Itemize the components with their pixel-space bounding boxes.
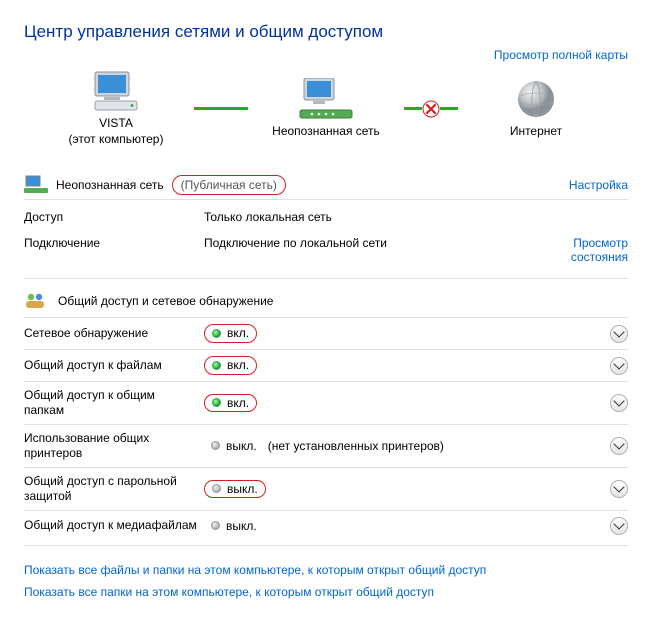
status-pill: выкл. bbox=[204, 480, 266, 499]
status-pill: выкл. bbox=[204, 438, 264, 455]
view-full-map-link[interactable]: Просмотр полной карты bbox=[494, 48, 628, 62]
settings-row: Общий доступ к файлам вкл. bbox=[24, 349, 628, 381]
setting-value: вкл. bbox=[204, 356, 610, 375]
network-small-icon bbox=[24, 175, 48, 195]
expand-button[interactable] bbox=[610, 517, 628, 535]
chevron-down-icon bbox=[613, 519, 624, 530]
node-computer: VISTA (этот компьютер) bbox=[46, 70, 186, 147]
computer-icon bbox=[46, 70, 186, 112]
settings-row: Общий доступ с парольной защитой выкл. bbox=[24, 467, 628, 510]
show-shared-folders-link[interactable]: Показать все папки на этом компьютере, к… bbox=[24, 582, 628, 604]
access-label: Доступ bbox=[24, 204, 204, 230]
chevron-down-icon bbox=[613, 482, 624, 493]
node-computer-caption: (этот компьютер) bbox=[46, 132, 186, 148]
status-text: выкл. bbox=[227, 481, 258, 498]
show-shared-files-folders-link[interactable]: Показать все файлы и папки на этом компь… bbox=[24, 560, 628, 582]
connection-value: Подключение по локальной сети bbox=[204, 230, 538, 270]
setting-label: Сетевое обнаружение bbox=[24, 326, 204, 341]
status-pill: вкл. bbox=[204, 394, 257, 413]
status-dot-on-icon bbox=[212, 398, 221, 407]
page-container: Центр управления сетями и общим доступом… bbox=[0, 0, 652, 618]
status-text: выкл. bbox=[226, 518, 257, 535]
network-type-badge: (Публичная сеть) bbox=[172, 175, 286, 195]
status-pill: выкл. bbox=[204, 518, 264, 535]
settings-row: Сетевое обнаружение вкл. bbox=[24, 317, 628, 349]
chevron-down-icon bbox=[613, 358, 624, 369]
network-name: Неопознанная сеть bbox=[56, 178, 164, 192]
node-network-name: Неопознанная сеть bbox=[256, 124, 396, 140]
bottom-links: Показать все файлы и папки на этом компь… bbox=[24, 560, 628, 603]
network-info-table: Доступ Только локальная сеть Подключение… bbox=[24, 204, 628, 270]
sharing-section-header: Общий доступ и сетевое обнаружение bbox=[24, 289, 628, 317]
chevron-down-icon bbox=[613, 396, 624, 407]
setting-label: Общий доступ к общим папкам bbox=[24, 388, 204, 418]
setting-value: вкл. bbox=[204, 324, 610, 343]
status-pill: вкл. bbox=[204, 324, 257, 343]
setting-value: выкл. (нет установленных принтеров) bbox=[204, 438, 610, 455]
sharing-icon bbox=[24, 291, 48, 311]
globe-icon bbox=[466, 78, 606, 120]
expand-button[interactable] bbox=[610, 394, 628, 412]
network-map: VISTA (этот компьютер) Неопознанн bbox=[24, 70, 628, 147]
status-dot-off-icon bbox=[212, 484, 221, 493]
setting-label: Общий доступ к файлам bbox=[24, 358, 204, 373]
setting-value: выкл. bbox=[204, 518, 610, 535]
node-internet-name: Интернет bbox=[466, 124, 606, 140]
node-computer-name: VISTA bbox=[46, 116, 186, 132]
node-internet: Интернет bbox=[466, 78, 606, 140]
chevron-down-icon bbox=[613, 439, 624, 450]
status-extra: (нет установленных принтеров) bbox=[268, 439, 444, 453]
view-status-link[interactable]: Просмотр состояния bbox=[571, 236, 628, 264]
expand-button[interactable] bbox=[610, 357, 628, 375]
status-pill: вкл. bbox=[204, 356, 257, 375]
status-text: выкл. bbox=[226, 438, 257, 455]
settings-row: Общий доступ к общим папкам вкл. bbox=[24, 381, 628, 424]
setting-label: Использование общих принтеров bbox=[24, 431, 204, 461]
status-dot-off-icon bbox=[211, 441, 220, 450]
expand-button[interactable] bbox=[610, 325, 628, 343]
status-dot-on-icon bbox=[212, 329, 221, 338]
status-text: вкл. bbox=[227, 395, 249, 412]
setting-value: выкл. bbox=[204, 480, 610, 499]
status-dot-off-icon bbox=[211, 521, 220, 530]
setting-value: вкл. bbox=[204, 394, 610, 413]
network-section-header: Неопознанная сеть (Публичная сеть) Настр… bbox=[24, 167, 628, 200]
link-computer-network bbox=[194, 107, 248, 110]
node-network: Неопознанная сеть bbox=[256, 78, 396, 140]
expand-button[interactable] bbox=[610, 437, 628, 455]
configure-link[interactable]: Настройка bbox=[569, 178, 628, 192]
connection-label: Подключение bbox=[24, 230, 204, 270]
expand-button[interactable] bbox=[610, 480, 628, 498]
status-dot-on-icon bbox=[212, 361, 221, 370]
status-text: вкл. bbox=[227, 325, 249, 342]
settings-list: Сетевое обнаружениевкл.Общий доступ к фа… bbox=[24, 317, 628, 541]
settings-row: Использование общих принтеров выкл. (нет у… bbox=[24, 424, 628, 467]
status-text: вкл. bbox=[227, 357, 249, 374]
chevron-down-icon bbox=[613, 327, 624, 338]
x-icon bbox=[422, 100, 440, 118]
setting-label: Общий доступ к медиафайлам bbox=[24, 518, 204, 533]
sharing-title: Общий доступ и сетевое обнаружение bbox=[58, 294, 273, 308]
network-icon bbox=[256, 78, 396, 120]
link-network-internet bbox=[404, 100, 458, 118]
access-value: Только локальная сеть bbox=[204, 204, 538, 230]
page-title: Центр управления сетями и общим доступом bbox=[24, 22, 628, 42]
settings-row: Общий доступ к медиафайлам выкл. bbox=[24, 510, 628, 541]
setting-label: Общий доступ с парольной защитой bbox=[24, 474, 204, 504]
